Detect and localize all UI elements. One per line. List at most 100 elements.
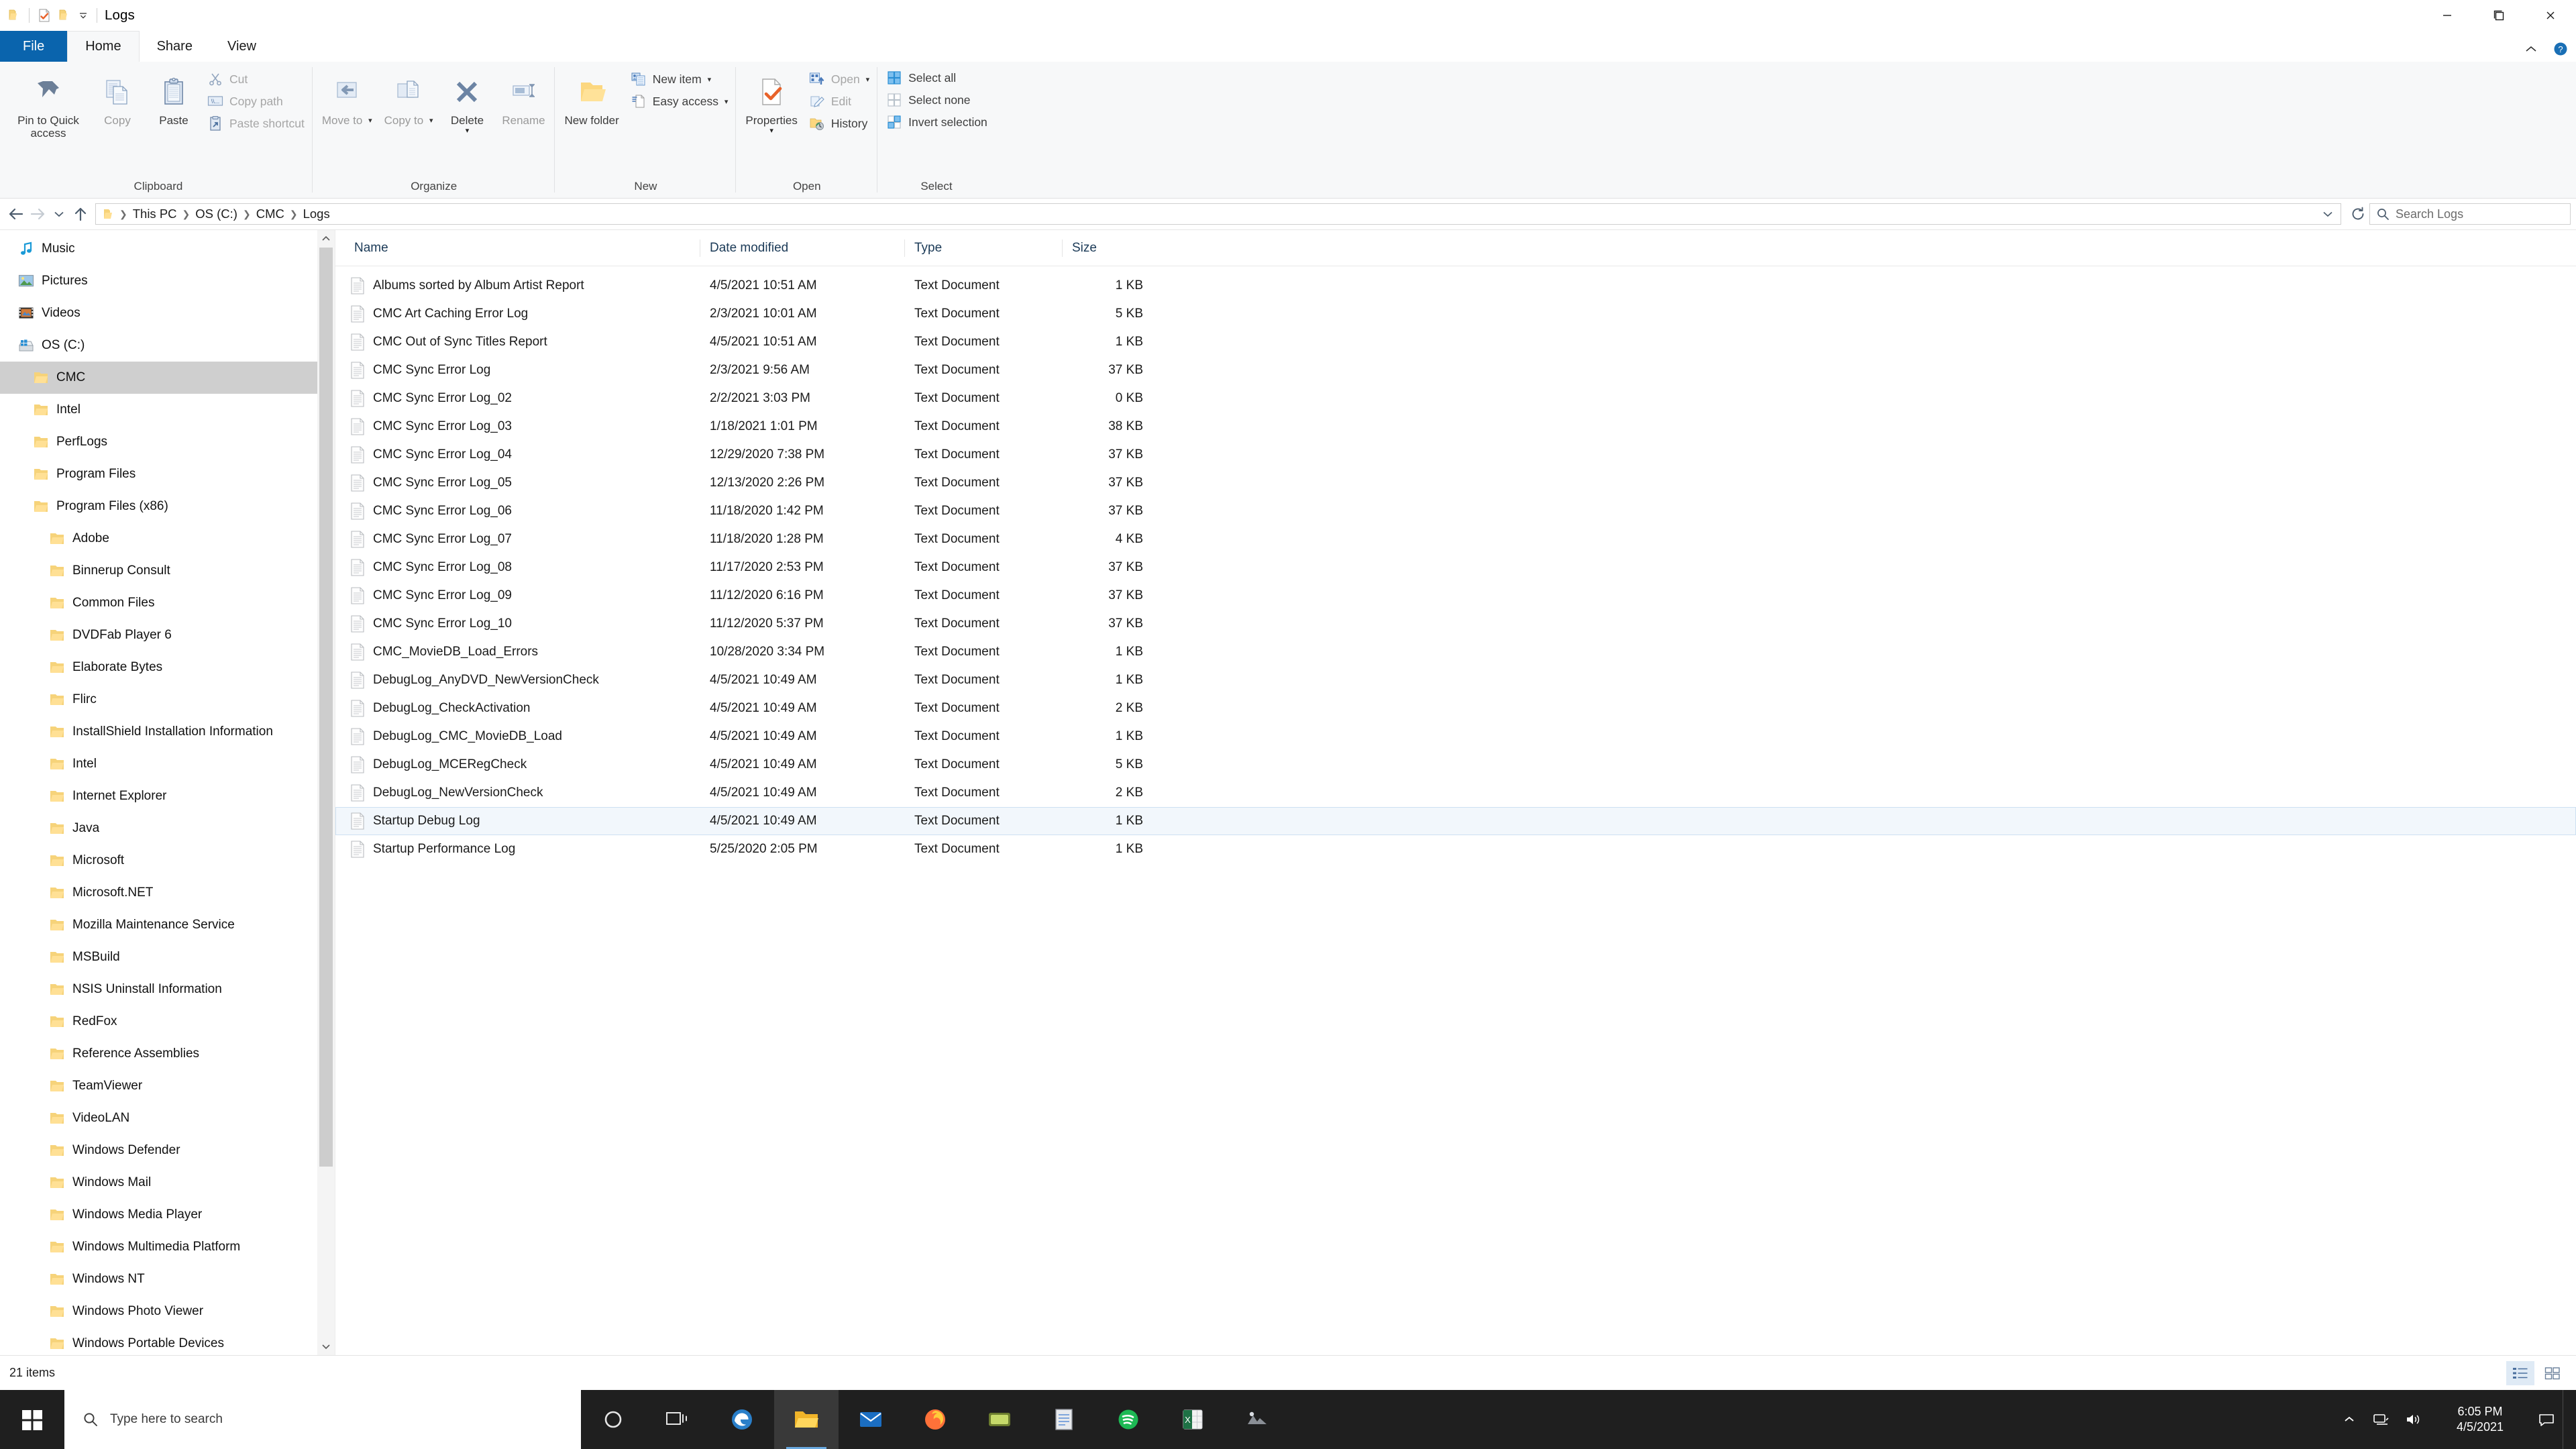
search-input[interactable]: Search Logs [2396,207,2463,221]
breadcrumb-separator-icon[interactable]: ❯ [182,209,191,220]
easy-access-button[interactable]: Easy access ▾ [626,92,733,111]
forward-arrow-icon[interactable] [27,203,48,225]
table-row[interactable]: Albums sorted by Album Artist Report 4/5/… [335,272,2576,300]
table-row[interactable]: DebugLog_MCERegCheck 4/5/2021 10:49 AM Tex… [335,751,2576,779]
sidebar-item-music[interactable]: Music [0,233,335,265]
breadcrumb-os-c[interactable]: OS (C:) [191,204,242,224]
scroll-down-icon[interactable] [317,1338,335,1355]
table-row[interactable]: CMC Sync Error Log_03 1/18/2021 1:01 PM Te… [335,413,2576,441]
invert-selection-button[interactable]: Invert selection [881,113,991,131]
task-view-icon[interactable] [645,1390,710,1449]
sidebar-item-perflogs[interactable]: PerfLogs [0,426,335,458]
sidebar-item-intel[interactable]: Intel [0,394,335,426]
sidebar-item-adobe[interactable]: Adobe [0,523,335,555]
edge-icon[interactable] [710,1390,774,1449]
sidebar-item-pictures[interactable]: Pictures [0,265,335,297]
tab-share[interactable]: Share [140,31,210,62]
scroll-thumb[interactable] [319,248,333,1167]
search-box[interactable]: Search Logs [2369,203,2571,225]
sidebar-item-java[interactable]: Java [0,812,335,845]
tab-home[interactable]: Home [67,31,140,62]
sidebar-item-nsis-uninstall-information[interactable]: NSIS Uninstall Information [0,973,335,1006]
sidebar-item-windows-media-player[interactable]: Windows Media Player [0,1199,335,1231]
sidebar-item-microsoft[interactable]: Microsoft [0,845,335,877]
tab-view[interactable]: View [210,31,274,62]
address-dropdown-icon[interactable] [2319,205,2337,223]
back-arrow-icon[interactable] [5,203,27,225]
recent-locations-chevron-icon[interactable] [48,203,70,225]
edit-button[interactable]: Edit [804,92,873,111]
sidebar-item-msbuild[interactable]: MSBuild [0,941,335,973]
breadcrumb-bar[interactable]: ❯ This PC ❯ OS (C:) ❯ CMC ❯ Logs [95,203,2341,225]
open-button[interactable]: Open ▾ [804,70,873,89]
sidebar-item-windows-photo-viewer[interactable]: Windows Photo Viewer [0,1295,335,1328]
close-icon[interactable] [2524,0,2576,31]
sidebar-item-videos[interactable]: Videos [0,297,335,329]
up-arrow-icon[interactable] [70,203,91,225]
spotify-icon[interactable] [1096,1390,1161,1449]
table-row[interactable]: CMC Sync Error Log_07 11/18/2020 1:28 PM T… [335,525,2576,553]
maximize-icon[interactable] [2473,0,2524,31]
sidebar-item-os-c[interactable]: OS (C:) [0,329,335,362]
copy-path-button[interactable]: \\... Copy path [203,92,309,111]
media-center-icon[interactable] [967,1390,1032,1449]
table-row[interactable]: CMC Sync Error Log_08 11/17/2020 2:53 PM T… [335,553,2576,582]
windows-start-icon[interactable] [0,1390,64,1449]
refresh-icon[interactable] [2347,203,2369,225]
sidebar-item-program-files[interactable]: Program Files [0,458,335,490]
firefox-icon[interactable] [903,1390,967,1449]
table-row[interactable]: CMC Sync Error Log_06 11/18/2020 1:42 PM T… [335,497,2576,525]
select-none-button[interactable]: Select none [881,91,991,109]
nav-pane-scrollbar[interactable] [317,230,335,1355]
new-item-button[interactable]: New item ▾ [626,70,733,89]
collapse-ribbon-icon[interactable] [2522,40,2540,58]
sidebar-item-installshield-installation-information[interactable]: InstallShield Installation Information [0,716,335,748]
sidebar-item-intel[interactable]: Intel [0,748,335,780]
properties-button[interactable]: Properties ▾ [740,68,802,135]
mail-icon[interactable] [839,1390,903,1449]
copy-to-button[interactable]: Copy to ▾ [379,68,439,129]
table-row[interactable]: CMC Art Caching Error Log 2/3/2021 10:01 … [335,300,2576,328]
table-row[interactable]: CMC Sync Error Log_09 11/12/2020 6:16 PM T… [335,582,2576,610]
table-row[interactable]: CMC Sync Error Log_02 2/2/2021 3:03 PM Tex… [335,384,2576,413]
breadcrumb-cmc[interactable]: CMC [252,204,289,224]
table-row[interactable]: DebugLog_CMC_MovieDB_Load 4/5/2021 10:49 … [335,722,2576,751]
new-folder-icon[interactable] [54,5,74,25]
tab-file[interactable]: File [0,31,68,62]
sidebar-item-dvdfab-player-6[interactable]: DVDFab Player 6 [0,619,335,651]
network-icon[interactable] [2365,1390,2398,1449]
sidebar-item-windows-portable-devices[interactable]: Windows Portable Devices [0,1328,335,1355]
sidebar-item-windows-defender[interactable]: Windows Defender [0,1134,335,1167]
file-explorer-icon[interactable] [774,1390,839,1449]
taskbar-clock[interactable]: 6:05 PM 4/5/2021 [2430,1390,2530,1449]
history-button[interactable]: History [804,114,873,133]
move-to-button[interactable]: Move to ▾ [317,68,378,129]
sidebar-item-binnerup-consult[interactable]: Binnerup Consult [0,555,335,587]
table-row[interactable]: DebugLog_CheckActivation 4/5/2021 10:49 A… [335,694,2576,722]
chevron-down-icon[interactable]: ▾ [466,127,470,135]
table-row[interactable]: DebugLog_NewVersionCheck 4/5/2021 10:49 A… [335,779,2576,807]
app-icon[interactable] [1225,1390,1289,1449]
table-row[interactable]: CMC Out of Sync Titles Report 4/5/2021 10… [335,328,2576,356]
table-row[interactable]: Startup Debug Log 4/5/2021 10:49 AM Text D… [335,807,2576,835]
cut-button[interactable]: Cut [203,70,309,89]
breadcrumb-logs[interactable]: Logs [299,204,335,224]
column-header-size[interactable]: Size [1063,230,1150,266]
sidebar-item-redfox[interactable]: RedFox [0,1006,335,1038]
show-desktop-button[interactable] [2563,1390,2571,1449]
sidebar-item-reference-assemblies[interactable]: Reference Assemblies [0,1038,335,1070]
folder-icon[interactable] [4,5,24,25]
minimize-icon[interactable] [2421,0,2473,31]
column-header-type[interactable]: Type [905,230,1063,266]
notepad-icon[interactable] [1032,1390,1096,1449]
sidebar-item-teamviewer[interactable]: TeamViewer [0,1070,335,1102]
select-all-button[interactable]: Select all [881,68,991,87]
new-folder-button[interactable]: New folder [559,68,624,127]
delete-button[interactable]: Delete ▾ [439,68,494,135]
breadcrumb-separator-icon[interactable]: ❯ [119,209,128,220]
sidebar-item-windows-mail[interactable]: Windows Mail [0,1167,335,1199]
details-view-icon[interactable] [2506,1360,2534,1385]
scroll-up-icon[interactable] [317,230,335,248]
copy-button[interactable]: Copy [90,68,145,127]
sidebar-item-mozilla-maintenance-service[interactable]: Mozilla Maintenance Service [0,909,335,941]
